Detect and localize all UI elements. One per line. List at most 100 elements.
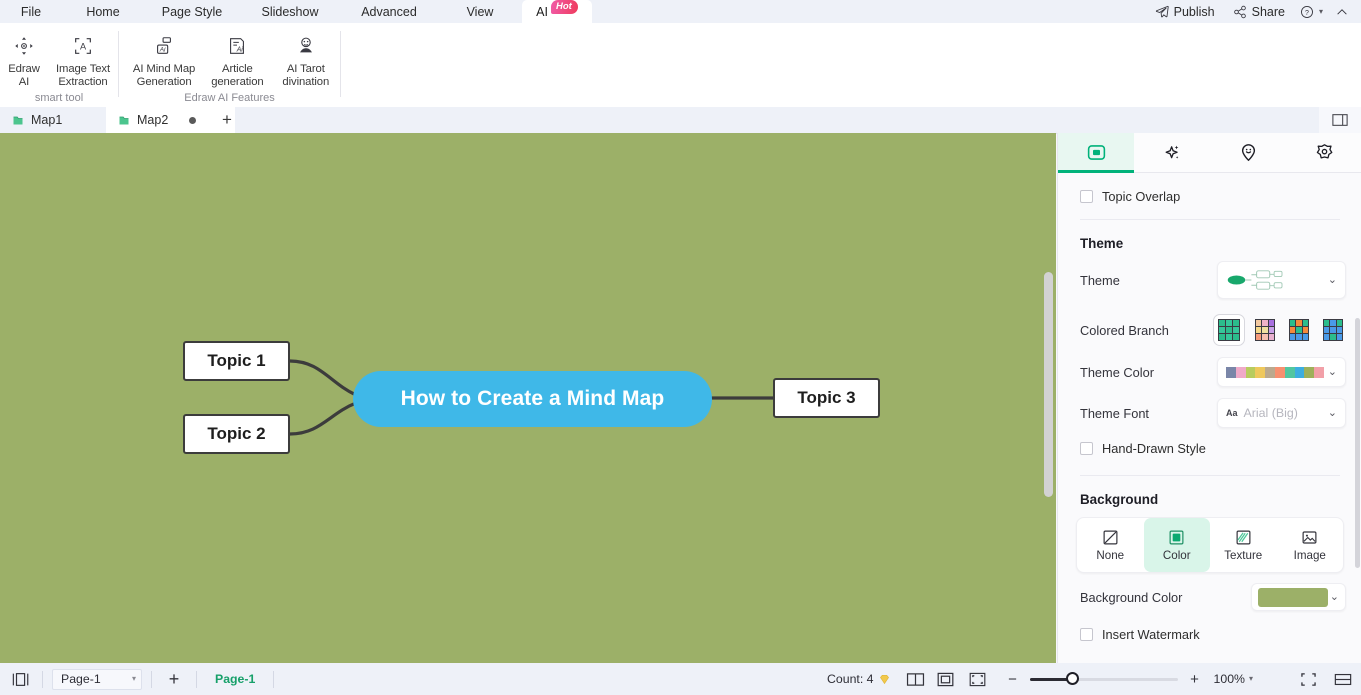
hand-drawn-style-row[interactable]: Hand-Drawn Style: [1058, 433, 1361, 463]
mindmap-node-topic-1-label: Topic 1: [207, 351, 266, 370]
share-label: Share: [1251, 4, 1285, 19]
colored-branch-swatch-2: [1255, 319, 1275, 341]
theme-color-label: Theme Color: [1080, 364, 1154, 380]
menu-tab-view[interactable]: View: [438, 0, 522, 23]
canvas-vertical-scrollbar-thumb[interactable]: [1044, 272, 1053, 497]
mindmap-node-topic-2-label: Topic 2: [207, 424, 266, 443]
svg-text:A: A: [80, 42, 87, 52]
presentation-icon: [1300, 672, 1317, 687]
article-generation-button[interactable]: Ai Article generation: [203, 28, 271, 89]
zoom-slider[interactable]: [1029, 672, 1178, 685]
insert-watermark-row[interactable]: Insert Watermark: [1058, 621, 1361, 647]
page-selector[interactable]: Page-1 ▾: [52, 668, 142, 690]
theme-font-row: Theme Font Aa Arial (Big) ⌄: [1058, 393, 1361, 433]
zoom-slider-handle[interactable]: [1065, 672, 1079, 685]
topic-count: Count: 4: [827, 672, 901, 686]
theme-color-swatches: [1226, 366, 1324, 378]
insert-watermark-checkbox[interactable]: [1080, 627, 1093, 641]
page-selector-chevron-down-icon: ▾: [131, 674, 136, 683]
svg-text:Ai: Ai: [236, 47, 244, 54]
fullscreen-button[interactable]: [961, 672, 995, 687]
add-page-button[interactable]: +: [152, 669, 196, 690]
mindmap-node-topic-3[interactable]: Topic 3: [773, 378, 880, 418]
panel-tab-icons[interactable]: [1210, 133, 1286, 172]
topic-count-label: Count: 4: [827, 672, 874, 686]
svg-text:?: ?: [1305, 9, 1309, 16]
help-chevron-down-icon: ▾: [1318, 6, 1323, 16]
colored-branch-option-4[interactable]: [1320, 317, 1346, 343]
topic-overlap-checkbox[interactable]: [1080, 189, 1093, 203]
menu-tab-home-label: Home: [86, 4, 120, 19]
presentation-mode-button[interactable]: [1291, 672, 1325, 687]
collapse-ribbon-button[interactable]: [1329, 0, 1355, 23]
mindmap-node-topic-2[interactable]: Topic 2: [183, 414, 290, 454]
menu-tab-file[interactable]: File: [0, 0, 62, 23]
panel-tab-ai-style[interactable]: [1134, 133, 1210, 172]
colored-branch-option-2[interactable]: [1252, 317, 1278, 343]
menu-tab-view-label: View: [466, 4, 494, 19]
theme-font-label: Theme Font: [1080, 405, 1149, 421]
theme-row: Theme ⌄: [1058, 251, 1361, 309]
mindmap-central-topic-label: How to Create a Mind Map: [400, 387, 665, 410]
menu-bar-right-actions: Publish Share ? ▾: [1146, 0, 1355, 23]
menu-tab-file-label: File: [20, 4, 42, 19]
colored-branch-option-3[interactable]: [1286, 317, 1312, 343]
hand-drawn-style-checkbox[interactable]: [1080, 441, 1093, 455]
publish-send-icon: [1155, 5, 1169, 19]
fit-page-button[interactable]: [931, 672, 961, 687]
page-tab-page-1[interactable]: Page-1: [197, 672, 273, 686]
menu-tab-advanced[interactable]: Advanced: [340, 0, 438, 23]
theme-color-dropdown[interactable]: ⌄: [1217, 357, 1346, 387]
new-document-tab-button[interactable]: +: [214, 107, 240, 133]
panel-layout-icon: [12, 672, 30, 687]
panel-tab-page-layout[interactable]: [1058, 133, 1134, 173]
theme-font-preview: Aa Arial (Big): [1226, 406, 1298, 420]
mindmap-canvas[interactable]: Topic 1 Topic 2 How to Create a Mind Map…: [0, 133, 1056, 663]
mindmap-node-topic-1[interactable]: Topic 1: [183, 341, 290, 381]
toggle-side-panel-button[interactable]: [1319, 107, 1361, 133]
background-mode-none[interactable]: None: [1077, 518, 1144, 572]
background-mode-texture[interactable]: Texture: [1210, 518, 1277, 572]
menu-tab-slideshow[interactable]: Slideshow: [240, 0, 340, 23]
background-mode-color[interactable]: Color: [1143, 518, 1210, 572]
zoom-out-button[interactable]: −: [1003, 671, 1023, 688]
help-button[interactable]: ? ▾: [1294, 0, 1329, 23]
fit-width-button[interactable]: [1325, 672, 1361, 687]
ai-tarot-divination-button[interactable]: AI Tarot divination: [272, 28, 340, 89]
zoom-level-dropdown[interactable]: 100% ▾: [1212, 672, 1253, 686]
menu-tab-page-style[interactable]: Page Style: [144, 0, 240, 23]
ai-mind-map-label-line2: Generation: [136, 76, 192, 88]
map-file-icon: [118, 114, 130, 126]
topic-overlap-row[interactable]: Topic Overlap: [1058, 179, 1361, 213]
ai-mind-map-generation-button[interactable]: Ai AI Mind Map Generation: [125, 28, 203, 89]
share-button[interactable]: Share: [1224, 0, 1294, 23]
background-color-dropdown[interactable]: ⌄: [1251, 583, 1346, 611]
theme-dropdown[interactable]: ⌄: [1217, 261, 1346, 299]
menu-tab-list: File Home Page Style Slideshow Advanced …: [0, 0, 592, 23]
status-bar: Page-1 ▾ + Page-1 Count: 4 − + 100% ▾: [0, 663, 1361, 695]
two-page-view-button[interactable]: [901, 672, 931, 687]
ribbon-group-smart-tool-label: smart tool: [34, 92, 84, 104]
menu-tab-ai[interactable]: AI Hot: [522, 0, 592, 23]
theme-font-dropdown[interactable]: Aa Arial (Big) ⌄: [1217, 398, 1346, 428]
move-arrows-icon: [13, 31, 35, 61]
publish-button[interactable]: Publish: [1146, 0, 1224, 23]
colored-branch-swatch-4: [1323, 319, 1343, 341]
background-mode-none-label: None: [1096, 548, 1125, 562]
edraw-ai-button[interactable]: Edraw AI: [0, 28, 48, 89]
panel-scrollbar-thumb[interactable]: [1355, 318, 1360, 568]
split-panel-icon: [1332, 113, 1348, 127]
menu-tab-home[interactable]: Home: [62, 0, 144, 23]
mindmap-central-topic[interactable]: How to Create a Mind Map: [353, 371, 712, 427]
insert-watermark-label: Insert Watermark: [1102, 626, 1200, 642]
colored-branch-option-1[interactable]: [1213, 314, 1245, 346]
zoom-in-button[interactable]: +: [1185, 671, 1205, 688]
panel-tab-settings[interactable]: [1286, 133, 1361, 172]
toggle-outline-panel-button[interactable]: [0, 672, 42, 687]
background-mode-image[interactable]: Image: [1277, 518, 1344, 572]
colored-branch-row: Colored Branch: [1058, 309, 1361, 351]
theme-font-value: Arial (Big): [1243, 406, 1298, 420]
image-text-extraction-button[interactable]: A Image Text Extraction: [48, 28, 118, 89]
page-tab-page-1-label: Page-1: [215, 672, 256, 686]
background-mode-image-label: Image: [1293, 548, 1326, 562]
